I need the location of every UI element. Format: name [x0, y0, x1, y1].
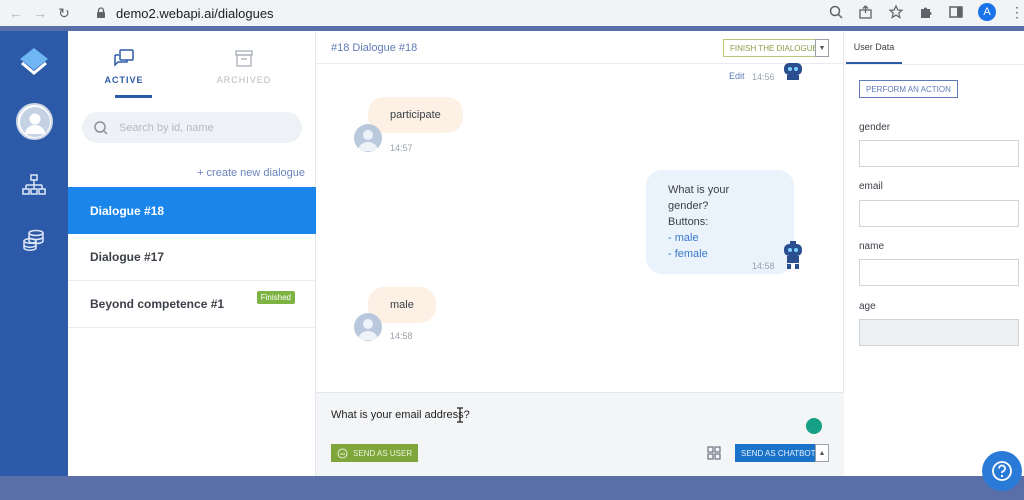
message-composer[interactable]: What is your email address? SEND AS USER…: [316, 392, 844, 476]
app-window: ACTIVE ARCHIVED + create new dialogue Di…: [0, 31, 1024, 476]
robot-icon: [784, 241, 802, 269]
message-input[interactable]: What is your email address?: [331, 409, 470, 421]
bot-message: What is your gender? Buttons: - male - f…: [646, 170, 794, 274]
active-tab-indicator: [115, 95, 152, 98]
search-icon: [94, 120, 108, 135]
chat-header: #18 Dialogue #18 FINISH THE DIALOGUE ▼: [316, 31, 844, 64]
create-dialogue-link[interactable]: + create new dialogue: [197, 167, 305, 179]
dialogue-name: Beyond competence #1: [90, 297, 225, 311]
message-time: 14:58: [390, 331, 413, 341]
user-avatar-icon: [354, 124, 382, 152]
user-circle-icon: [337, 448, 348, 458]
field-label-name: name: [859, 241, 885, 252]
logo-icon[interactable]: [18, 45, 50, 77]
help-icon: [992, 461, 1012, 481]
lock-icon: [97, 7, 105, 18]
tab-active[interactable]: ACTIVE: [98, 49, 150, 85]
buttons-label: Buttons:: [668, 216, 709, 228]
quick-reply-option[interactable]: - male: [668, 230, 772, 246]
search-input[interactable]: [119, 121, 289, 134]
edit-link[interactable]: Edit: [729, 71, 745, 81]
profile-avatar[interactable]: A: [978, 3, 996, 21]
chevron-up-icon[interactable]: ▲: [815, 444, 829, 462]
chat-title: #18 Dialogue #18: [331, 42, 418, 54]
url-text: demo2.webapi.ai/dialogues: [116, 5, 274, 21]
forward-arrow-icon[interactable]: →: [32, 5, 48, 21]
divider: [844, 64, 1024, 65]
message-time: 14:56: [752, 72, 775, 82]
message-text: participate: [390, 109, 441, 121]
send-as-chatbot-button[interactable]: SEND AS CHATBOT: [735, 444, 822, 462]
user-message: participate: [368, 97, 463, 133]
robot-icon: [784, 63, 802, 80]
field-label-age: age: [859, 301, 876, 312]
dialogue-name: Dialogue #17: [90, 250, 165, 264]
search-box: [82, 112, 302, 143]
dialogue-item[interactable]: Beyond competence #1 Finished: [68, 281, 316, 328]
send-as-user-label: SEND AS USER: [353, 448, 413, 458]
dialogue-item[interactable]: Dialogue #18: [68, 187, 316, 234]
message-time: 14:58: [752, 261, 775, 271]
archive-box-icon: [235, 50, 253, 67]
spinner-icon: [806, 418, 822, 434]
dialogue-item[interactable]: Dialogue #17: [68, 234, 316, 281]
coins-icon[interactable]: [22, 228, 46, 252]
perform-action-button[interactable]: PERFORM AN ACTION: [859, 80, 958, 98]
grid-icon[interactable]: [707, 446, 721, 460]
sidebar-icon[interactable]: [948, 4, 964, 20]
status-badge: Finished: [256, 291, 295, 304]
tab-active-label: ACTIVE: [104, 75, 144, 85]
age-field[interactable]: [859, 319, 1019, 346]
user-avatar-icon: [354, 313, 382, 341]
tab-archived-label: ARCHIVED: [216, 75, 272, 85]
chat-bubbles-icon: [114, 49, 134, 67]
email-field[interactable]: [859, 200, 1019, 227]
back-arrow-icon[interactable]: ←: [8, 5, 24, 21]
list-tabs: ACTIVE ARCHIVED: [68, 31, 316, 98]
message-time: 14:57: [390, 143, 413, 153]
help-button[interactable]: [982, 451, 1022, 491]
browser-toolbar: ← → ↻ demo2.webapi.ai/dialogues A ⋮: [0, 0, 1024, 26]
zoom-icon[interactable]: [828, 4, 844, 20]
user-data-panel: User Data PERFORM AN ACTION gender email…: [844, 31, 1024, 476]
dialogue-list-panel: ACTIVE ARCHIVED + create new dialogue Di…: [68, 31, 316, 476]
org-tree-icon[interactable]: [22, 173, 46, 197]
puzzle-icon[interactable]: [918, 4, 934, 20]
dialogue-name: Dialogue #18: [90, 203, 165, 218]
finish-dialogue-button[interactable]: FINISH THE DIALOGUE: [723, 39, 825, 57]
message-text: What is your gender?: [668, 184, 730, 212]
name-field[interactable]: [859, 259, 1019, 286]
message-text: male: [390, 299, 414, 311]
field-label-email: email: [859, 181, 883, 192]
share-icon[interactable]: [858, 4, 874, 20]
reload-icon[interactable]: ↻: [56, 5, 72, 21]
field-label-gender: gender: [859, 122, 891, 133]
star-icon[interactable]: [888, 4, 904, 20]
gender-field[interactable]: [859, 140, 1019, 167]
tab-archived[interactable]: ARCHIVED: [214, 49, 274, 85]
quick-reply-option[interactable]: - female: [668, 246, 772, 262]
more-menu-icon[interactable]: ⋮: [1010, 4, 1024, 21]
send-as-user-button[interactable]: SEND AS USER: [331, 444, 419, 462]
user-avatar-icon[interactable]: [16, 103, 53, 140]
left-rail: [0, 31, 68, 476]
text-cursor-icon: [457, 407, 463, 423]
chevron-down-icon[interactable]: ▼: [815, 39, 829, 57]
chat-panel: #18 Dialogue #18 FINISH THE DIALOGUE ▼ E…: [316, 31, 844, 476]
tab-user-data[interactable]: User Data: [846, 31, 902, 64]
